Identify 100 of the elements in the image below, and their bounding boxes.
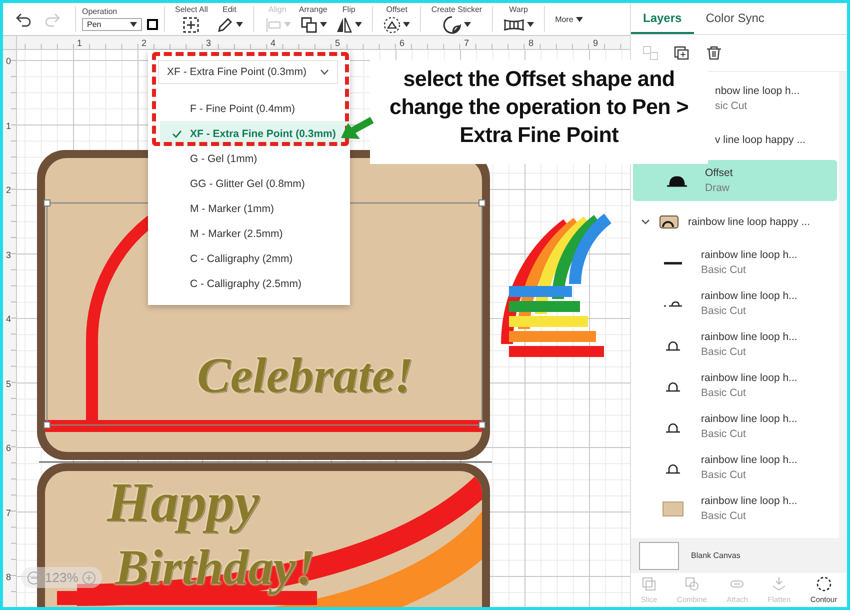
- blank-canvas-label: Blank Canvas: [691, 551, 740, 560]
- sticker-tool[interactable]: Create Sticker: [427, 4, 486, 34]
- layer-item[interactable]: nbow line loop h... sic Cut: [715, 78, 837, 119]
- select-tool[interactable]: Select All: [171, 4, 212, 34]
- layer-item[interactable]: rainbow line loop h... Basic Cut: [633, 242, 837, 283]
- chevron-down-icon: [320, 69, 329, 75]
- zoom-in-icon: [82, 570, 96, 584]
- offset-tool[interactable]: Offset: [379, 4, 414, 34]
- undo-button[interactable]: [15, 11, 31, 27]
- dropdown-option[interactable]: C - Calligraphy (2mm): [160, 246, 350, 271]
- ruler-number: 0: [6, 56, 12, 66]
- arrange-icon: [300, 16, 318, 34]
- sticker-icon: [442, 14, 462, 34]
- duplicate-button[interactable]: [674, 46, 690, 60]
- layer-type: sic Cut: [715, 100, 748, 112]
- ruler-number: 6: [400, 38, 405, 48]
- operation-select[interactable]: Pen: [82, 18, 142, 31]
- arch-shape-icon: [663, 380, 683, 392]
- checkmark-icon: [172, 130, 182, 138]
- undo-icon: [15, 11, 31, 27]
- layer-name: nbow line loop h...: [715, 85, 800, 97]
- layer-item[interactable]: v line loop happy ...: [715, 119, 837, 160]
- ruler-number: 9: [593, 38, 598, 48]
- pen-type-select[interactable]: XF - Extra Fine Point (0.3mm): [158, 60, 338, 84]
- dropdown-option[interactable]: GG - Glitter Gel (0.8mm): [160, 171, 350, 196]
- layer-name: rainbow line loop h...: [701, 331, 798, 343]
- layer-name: rainbow line loop h...: [701, 454, 798, 466]
- redo-icon: [45, 11, 61, 27]
- edit-tool[interactable]: Edit: [212, 4, 247, 34]
- ruler-number: 8: [6, 572, 12, 582]
- arch-shape-icon: [663, 420, 683, 432]
- arch-shape-icon: [663, 338, 683, 350]
- ruler-number: 4: [270, 38, 276, 48]
- layer-name: rainbow line loop h...: [701, 372, 798, 384]
- layer-type: Basic Cut: [701, 510, 747, 522]
- zoom-out-icon: [27, 570, 41, 584]
- layer-type: Draw: [705, 182, 731, 194]
- layer-type: Basic Cut: [701, 469, 747, 481]
- ruler-number: 2: [6, 185, 12, 195]
- artwork-text: Celebrate!: [197, 350, 414, 400]
- pen-color-swatch[interactable]: [147, 19, 158, 30]
- layer-item[interactable]: rainbow line loop h... Basic Cut: [633, 324, 837, 365]
- layer-name: rainbow line loop h...: [701, 290, 798, 302]
- artwork-text: Happy: [107, 475, 260, 531]
- ruler-number: 2: [142, 38, 147, 48]
- layer-item[interactable]: rainbow line loop h... Basic Cut: [633, 283, 837, 324]
- arrange-tool[interactable]: Arrange: [294, 4, 332, 34]
- ruler-number: 5: [335, 38, 340, 48]
- swatch-icon: [662, 500, 684, 516]
- dropdown-option[interactable]: F - Fine Point (0.4mm): [160, 96, 350, 121]
- annotation-text: select the Offset shape and change the operation to Pen > Extra Fine Point: [370, 60, 708, 164]
- dropdown-option[interactable]: M - Marker (1mm): [160, 196, 350, 221]
- flip-icon: [335, 16, 354, 34]
- layer-name: rainbow line loop happy ...: [688, 216, 810, 228]
- warp-tool[interactable]: Warp: [499, 4, 538, 34]
- more-button[interactable]: More: [551, 14, 584, 24]
- operation-label: Operation: [82, 7, 118, 16]
- card-thumbnail-icon: [659, 214, 679, 228]
- layer-type: Basic Cut: [701, 428, 747, 440]
- caret-icon: [576, 16, 584, 22]
- layer-item[interactable]: Offset Draw: [633, 160, 837, 201]
- offset-icon: [383, 16, 402, 34]
- dropdown-option[interactable]: C - Calligraphy (2.5mm): [160, 271, 350, 296]
- offset-shape-icon: [666, 174, 688, 186]
- layer-type: Basic Cut: [701, 305, 747, 317]
- arch-shape-icon: [663, 462, 683, 474]
- caret-icon: [130, 22, 137, 27]
- ruler-number: 8: [528, 38, 534, 48]
- dropdown-option[interactable]: G - Gel (1mm): [160, 146, 350, 171]
- canvas-thumbnail: [639, 542, 679, 570]
- layer-type: Basic Cut: [701, 346, 747, 358]
- layer-type: Basic Cut: [701, 387, 747, 399]
- pencil-icon: [216, 16, 234, 34]
- layer-name: rainbow line loop h...: [701, 495, 798, 507]
- warp-icon: [503, 16, 526, 32]
- ruler-number: 7: [464, 38, 470, 48]
- flip-tool[interactable]: Flip: [331, 4, 366, 34]
- ruler-number: 1: [77, 38, 82, 48]
- layer-name: Offset: [705, 167, 733, 179]
- layer-item[interactable]: rainbow line loop h... Basic Cut: [633, 447, 837, 488]
- ruler-number: 3: [6, 250, 12, 260]
- ruler-number: 3: [206, 38, 212, 48]
- layer-name: v line loop happy ...: [715, 134, 806, 146]
- dash-shape-icon: [663, 300, 683, 308]
- delete-button[interactable]: [706, 46, 722, 60]
- group-icon: [643, 46, 658, 60]
- ruler-number: 6: [6, 443, 12, 453]
- combine-icon: [684, 576, 700, 592]
- panel-tab[interactable]: Color Sync: [694, 3, 776, 34]
- ruler-number: 4: [6, 314, 12, 324]
- layer-item[interactable]: rainbow line loop h... Basic Cut: [633, 365, 837, 406]
- layer-item[interactable]: rainbow line loop h... Basic Cut: [633, 406, 837, 447]
- layer-item[interactable]: rainbow line loop happy ...: [633, 201, 837, 242]
- panel-tab[interactable]: Layers: [631, 3, 694, 34]
- layer-item[interactable]: rainbow line loop h... Basic Cut: [633, 488, 837, 529]
- dropdown-option[interactable]: M - Marker (2.5mm): [160, 221, 350, 246]
- ruler-number: 5: [6, 378, 12, 388]
- duplicate-icon: [674, 46, 690, 60]
- ruler-number: 1: [6, 120, 12, 130]
- slice-icon: [641, 576, 657, 592]
